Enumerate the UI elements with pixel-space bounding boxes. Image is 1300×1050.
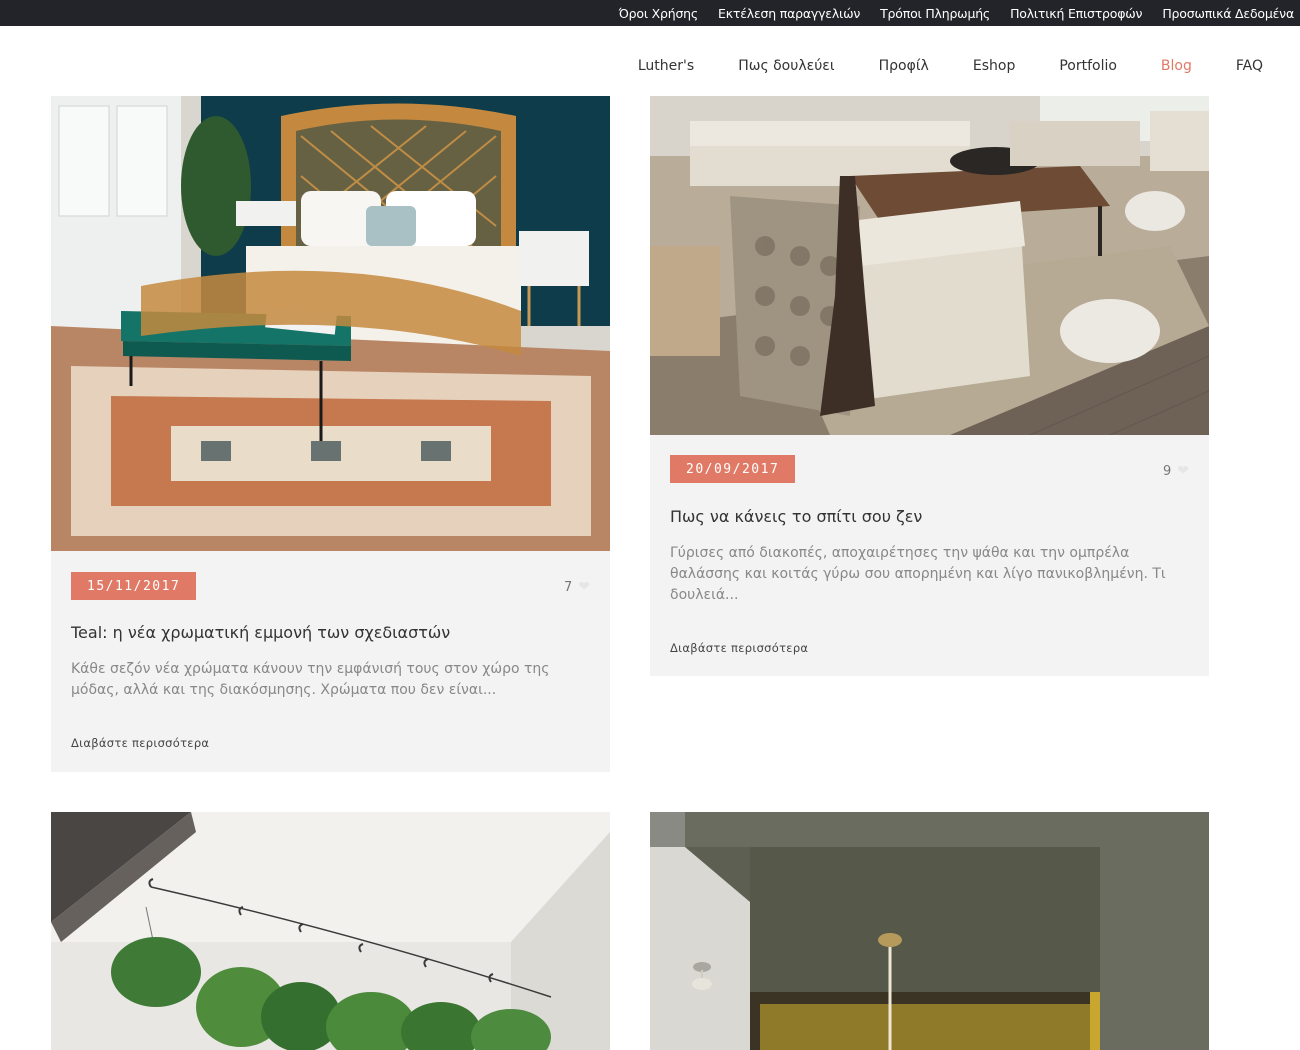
topbar-link-privacy[interactable]: Προσωπικά Δεδομένα <box>1162 6 1294 21</box>
nav-item-blog[interactable]: Blog <box>1161 58 1192 74</box>
likes-count: 9 <box>1162 463 1172 479</box>
post-likes[interactable]: 7 ❤ <box>564 579 590 595</box>
topbar-link-terms[interactable]: Όροι Χρήσης <box>619 6 699 21</box>
post-image-living-room[interactable] <box>650 96 1209 435</box>
post-likes[interactable]: 9 ❤ <box>1163 463 1189 479</box>
post-image-bedroom[interactable] <box>51 96 610 551</box>
living-room-image <box>650 96 1209 435</box>
post-date-badge: 15/11/2017 <box>71 572 197 600</box>
nav-item-faq[interactable]: FAQ <box>1236 58 1263 74</box>
post-image-pendant-lamp[interactable] <box>650 812 1209 1050</box>
heart-icon[interactable]: ❤ <box>578 579 590 595</box>
nav-item-profile[interactable]: Προφίλ <box>879 58 929 74</box>
post-title[interactable]: Πως να κάνεις το σπίτι σου ζεν <box>670 507 922 526</box>
heart-icon[interactable]: ❤ <box>1177 463 1189 479</box>
bedroom-image <box>51 96 610 551</box>
blog-post-card <box>650 812 1209 1050</box>
nav-item-how-it-works[interactable]: Πως δουλεύει <box>738 58 834 74</box>
main-nav: Luther's Πως δουλεύει Προφίλ Eshop Portf… <box>0 26 1300 96</box>
read-more-link[interactable]: Διαβάστε περισσότερα <box>670 641 808 655</box>
topbar-link-orders[interactable]: Εκτέλεση παραγγελιών <box>718 6 860 21</box>
blog-post-card: 15/11/2017 7 ❤ Teal: η νέα χρωματική εμμ… <box>51 96 610 772</box>
post-image-hanging-plants[interactable] <box>51 812 610 1050</box>
hanging-plants-image <box>51 812 610 1050</box>
blog-post-card: 20/09/2017 9 ❤ Πως να κάνεις το σπίτι σο… <box>650 96 1209 676</box>
topbar-link-returns[interactable]: Πολιτική Επιστροφών <box>1010 6 1142 21</box>
top-utility-bar: Όροι Χρήσης Εκτέλεση παραγγελιών Τρόποι … <box>0 0 1300 26</box>
post-date-badge: 20/09/2017 <box>670 455 796 483</box>
post-excerpt: Γύρισες από διακοπές, αποχαιρέτησες την … <box>670 545 1166 603</box>
nav-item-luthers[interactable]: Luther's <box>638 58 694 74</box>
post-excerpt: Κάθε σεζόν νέα χρώματα κάνουν την εμφάνι… <box>71 661 550 698</box>
likes-count: 7 <box>563 579 573 595</box>
nav-item-portfolio[interactable]: Portfolio <box>1059 58 1117 74</box>
pendant-lamp-image <box>650 812 1209 1050</box>
read-more-link[interactable]: Διαβάστε περισσότερα <box>71 736 209 750</box>
topbar-link-payment[interactable]: Τρόποι Πληρωμής <box>880 6 990 21</box>
post-title[interactable]: Teal: η νέα χρωματική εμμονή των σχεδιασ… <box>71 623 450 642</box>
nav-item-eshop[interactable]: Eshop <box>973 58 1015 74</box>
blog-post-card <box>51 812 610 1050</box>
